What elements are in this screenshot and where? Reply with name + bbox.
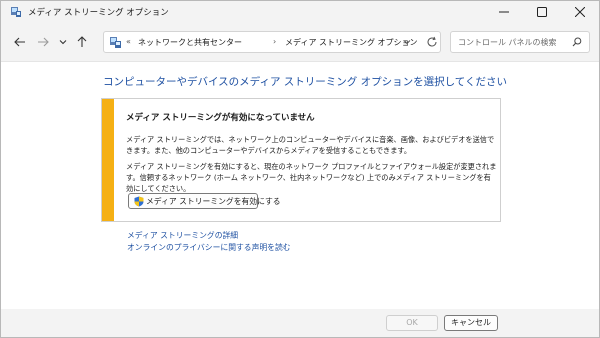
enable-media-streaming-button[interactable]: メディア ストリーミングを有効にする (128, 193, 281, 209)
arrow-left-icon (14, 37, 25, 47)
maximize-button[interactable] (523, 1, 561, 23)
breadcrumb-separator[interactable]: › (273, 37, 276, 46)
streaming-disabled-panel: メディア ストリーミングが有効になっていません メディア ストリーミングでは、ネ… (101, 98, 501, 222)
page-title: コンピューターやデバイスのメディア ストリーミング オプションを選択してください (103, 76, 507, 88)
enable-button-label: メディア ストリーミングを有効にする (146, 197, 281, 206)
close-button[interactable] (561, 1, 599, 23)
refresh-icon[interactable] (426, 36, 438, 48)
forward-button[interactable] (33, 32, 53, 52)
close-icon (575, 7, 585, 17)
control-panel-icon (11, 7, 21, 17)
search-placeholder: コントロール パネルの検索 (458, 38, 557, 47)
minimize-icon (499, 11, 509, 13)
minimize-button[interactable] (485, 1, 523, 23)
arrow-up-icon (77, 36, 87, 47)
privacy-statement-link[interactable]: オンラインのプライバシーに関する声明を読む (127, 242, 291, 253)
cancel-button[interactable]: キャンセル (444, 315, 498, 331)
divider (1, 61, 599, 62)
maximize-icon (537, 7, 547, 17)
arrow-right-icon (38, 37, 49, 47)
dialog-footer: OK キャンセル (1, 309, 599, 337)
recent-locations-button[interactable] (53, 32, 73, 52)
control-panel-icon (110, 37, 121, 48)
search-input[interactable]: コントロール パネルの検索 (450, 31, 590, 53)
warning-stripe (102, 99, 114, 221)
search-icon[interactable] (572, 37, 582, 47)
breadcrumb-network-center[interactable]: ネットワークと共有センター (138, 37, 242, 48)
title-bar: メディア ストリーミング オプション (1, 1, 599, 23)
ok-button[interactable]: OK (386, 315, 438, 331)
breadcrumb-media-streaming[interactable]: メディア ストリーミング オプション (285, 37, 418, 48)
chevron-down-icon[interactable] (402, 37, 412, 47)
window-title: メディア ストリーミング オプション (28, 8, 169, 18)
chevron-down-icon (59, 40, 67, 45)
uac-shield-icon (134, 196, 144, 207)
up-button[interactable] (72, 32, 92, 52)
navigation-bar: « ネットワークと共有センター › メディア ストリーミング オプション コント… (1, 23, 599, 61)
breadcrumb-overflow[interactable]: « (126, 37, 131, 46)
address-bar[interactable]: « ネットワークと共有センター › メディア ストリーミング オプション (103, 31, 441, 53)
media-streaming-window: メディア ストリーミング オプション « ネットワークと共有センター › メディ… (0, 0, 600, 338)
back-button[interactable] (10, 32, 30, 52)
media-streaming-details-link[interactable]: メディア ストリーミングの詳細 (127, 230, 238, 241)
panel-title: メディア ストリーミングが有効になっていません (126, 113, 315, 123)
panel-warning-text: メディア ストリーミングを有効にすると、現在のネットワーク プロファイルとファイ… (126, 162, 497, 193)
panel-description: メディア ストリーミングでは、ネットワーク上のコンピューターやデバイスに音楽、画… (126, 135, 495, 155)
